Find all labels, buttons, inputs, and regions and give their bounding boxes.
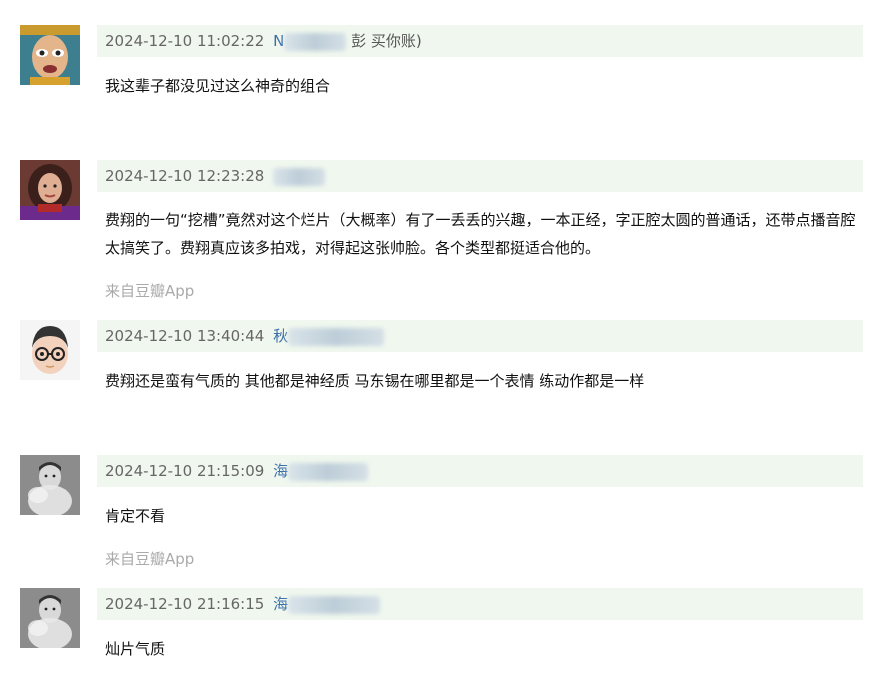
avatar-image [20,320,80,380]
username-tail: 彭 买你账) [351,32,422,50]
avatar[interactable] [20,25,80,85]
avatar-image [20,588,80,648]
comment-text: 肯定不看 [105,507,166,525]
comment-meta: 2024-12-10 21:15:09 海 [97,455,863,487]
comment-time: 2024-12-10 11:02:22 [105,32,265,50]
avatar[interactable] [20,160,80,220]
comment-meta: 2024-12-10 12:23:28 [97,160,863,192]
redacted-username [288,327,385,346]
comment-username[interactable]: 海 [273,595,381,614]
redacted-username [273,167,326,186]
avatar-image [20,455,80,515]
comment-time: 2024-12-10 12:23:28 [105,167,265,185]
comment-source: 来自豆瓣App [105,282,195,300]
comment-meta: 2024-12-10 21:16:15 海 [97,588,863,620]
avatar[interactable] [20,455,80,515]
username-text[interactable]: N [273,32,284,50]
comment-username[interactable]: 海 [273,462,369,481]
comment-text: 费翔的一句“挖槽”竟然对这个烂片（大概率）有了一丢丢的兴趣，一本正经，字正腔太圆… [105,211,856,257]
username-text[interactable]: 海 [273,462,288,480]
comment-text: 费翔还是蛮有气质的 其他都是神经质 马东锡在哪里都是一个表情 练动作都是一样 [105,372,645,390]
comment-text: 灿片气质 [105,640,166,658]
comment-text: 我这辈子都没见过这么神奇的组合 [105,77,331,95]
username-text[interactable]: 海 [273,595,288,613]
avatar-image [20,25,80,85]
avatar-image [20,160,80,220]
comment-time: 2024-12-10 21:15:09 [105,462,265,480]
comment-time: 2024-12-10 21:16:15 [105,595,265,613]
redacted-username [288,462,369,481]
avatar[interactable] [20,588,80,648]
comment-username[interactable]: N 彭 买你账) [273,32,422,51]
comment-username[interactable] [273,167,326,186]
redacted-username [288,595,381,614]
comment-meta: 2024-12-10 11:02:22 N 彭 买你账) [97,25,863,57]
comment-meta: 2024-12-10 13:40:44 秋 [97,320,863,352]
redacted-username [284,32,347,51]
username-text[interactable]: 秋 [273,327,288,345]
comment-source: 来自豆瓣App [105,550,195,568]
comment-time: 2024-12-10 13:40:44 [105,327,265,345]
comment-username[interactable]: 秋 [273,327,385,346]
avatar[interactable] [20,320,80,380]
